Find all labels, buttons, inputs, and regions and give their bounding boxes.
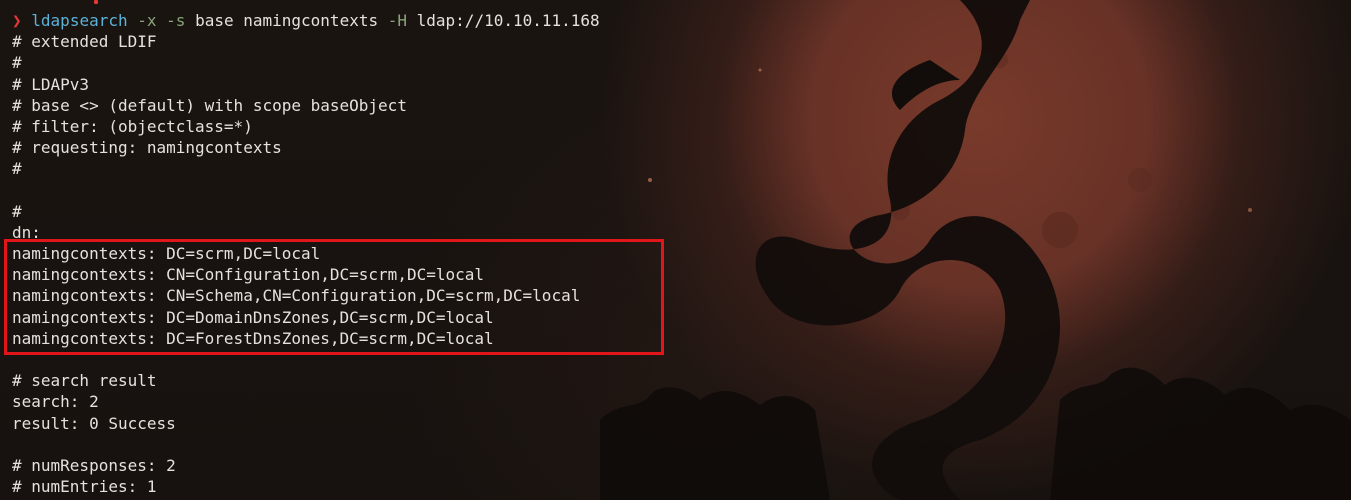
- output-line: result: 0 Success: [12, 413, 176, 433]
- output-line: #: [12, 159, 22, 179]
- chevron-right-icon: ❯: [12, 11, 22, 30]
- naming-contexts-highlight-box: [4, 239, 664, 355]
- output-line: # filter: (objectclass=*): [12, 116, 253, 136]
- attribute-arg: namingcontexts: [243, 11, 379, 30]
- output-line: # requesting: namingcontexts: [12, 138, 282, 158]
- output-line: search: 2: [12, 392, 99, 412]
- uri-arg: ldap://10.10.11.168: [416, 11, 600, 30]
- output-line: # search result: [12, 371, 157, 391]
- scope-arg: base: [195, 11, 234, 30]
- prompt-indicator-dot: [94, 0, 98, 4]
- output-line: #: [12, 201, 22, 221]
- flag-h: -H: [387, 11, 407, 30]
- command-program: ldapsearch: [31, 11, 128, 30]
- terminal-window[interactable]: ❯ ldapsearch -x -s base namingcontexts -…: [0, 0, 1351, 500]
- command-line[interactable]: ❯ ldapsearch -x -s base namingcontexts -…: [12, 10, 1351, 31]
- output-line: # numEntries: 1: [12, 477, 157, 497]
- output-line: # LDAPv3: [12, 74, 90, 94]
- output-line: #: [12, 53, 22, 73]
- output-line: # base <> (default) with scope baseObjec…: [12, 95, 407, 115]
- output-line: # numResponses: 2: [12, 455, 176, 475]
- flag-s: -s: [166, 11, 186, 30]
- output-line: # extended LDIF: [12, 32, 157, 52]
- flag-x: -x: [137, 11, 157, 30]
